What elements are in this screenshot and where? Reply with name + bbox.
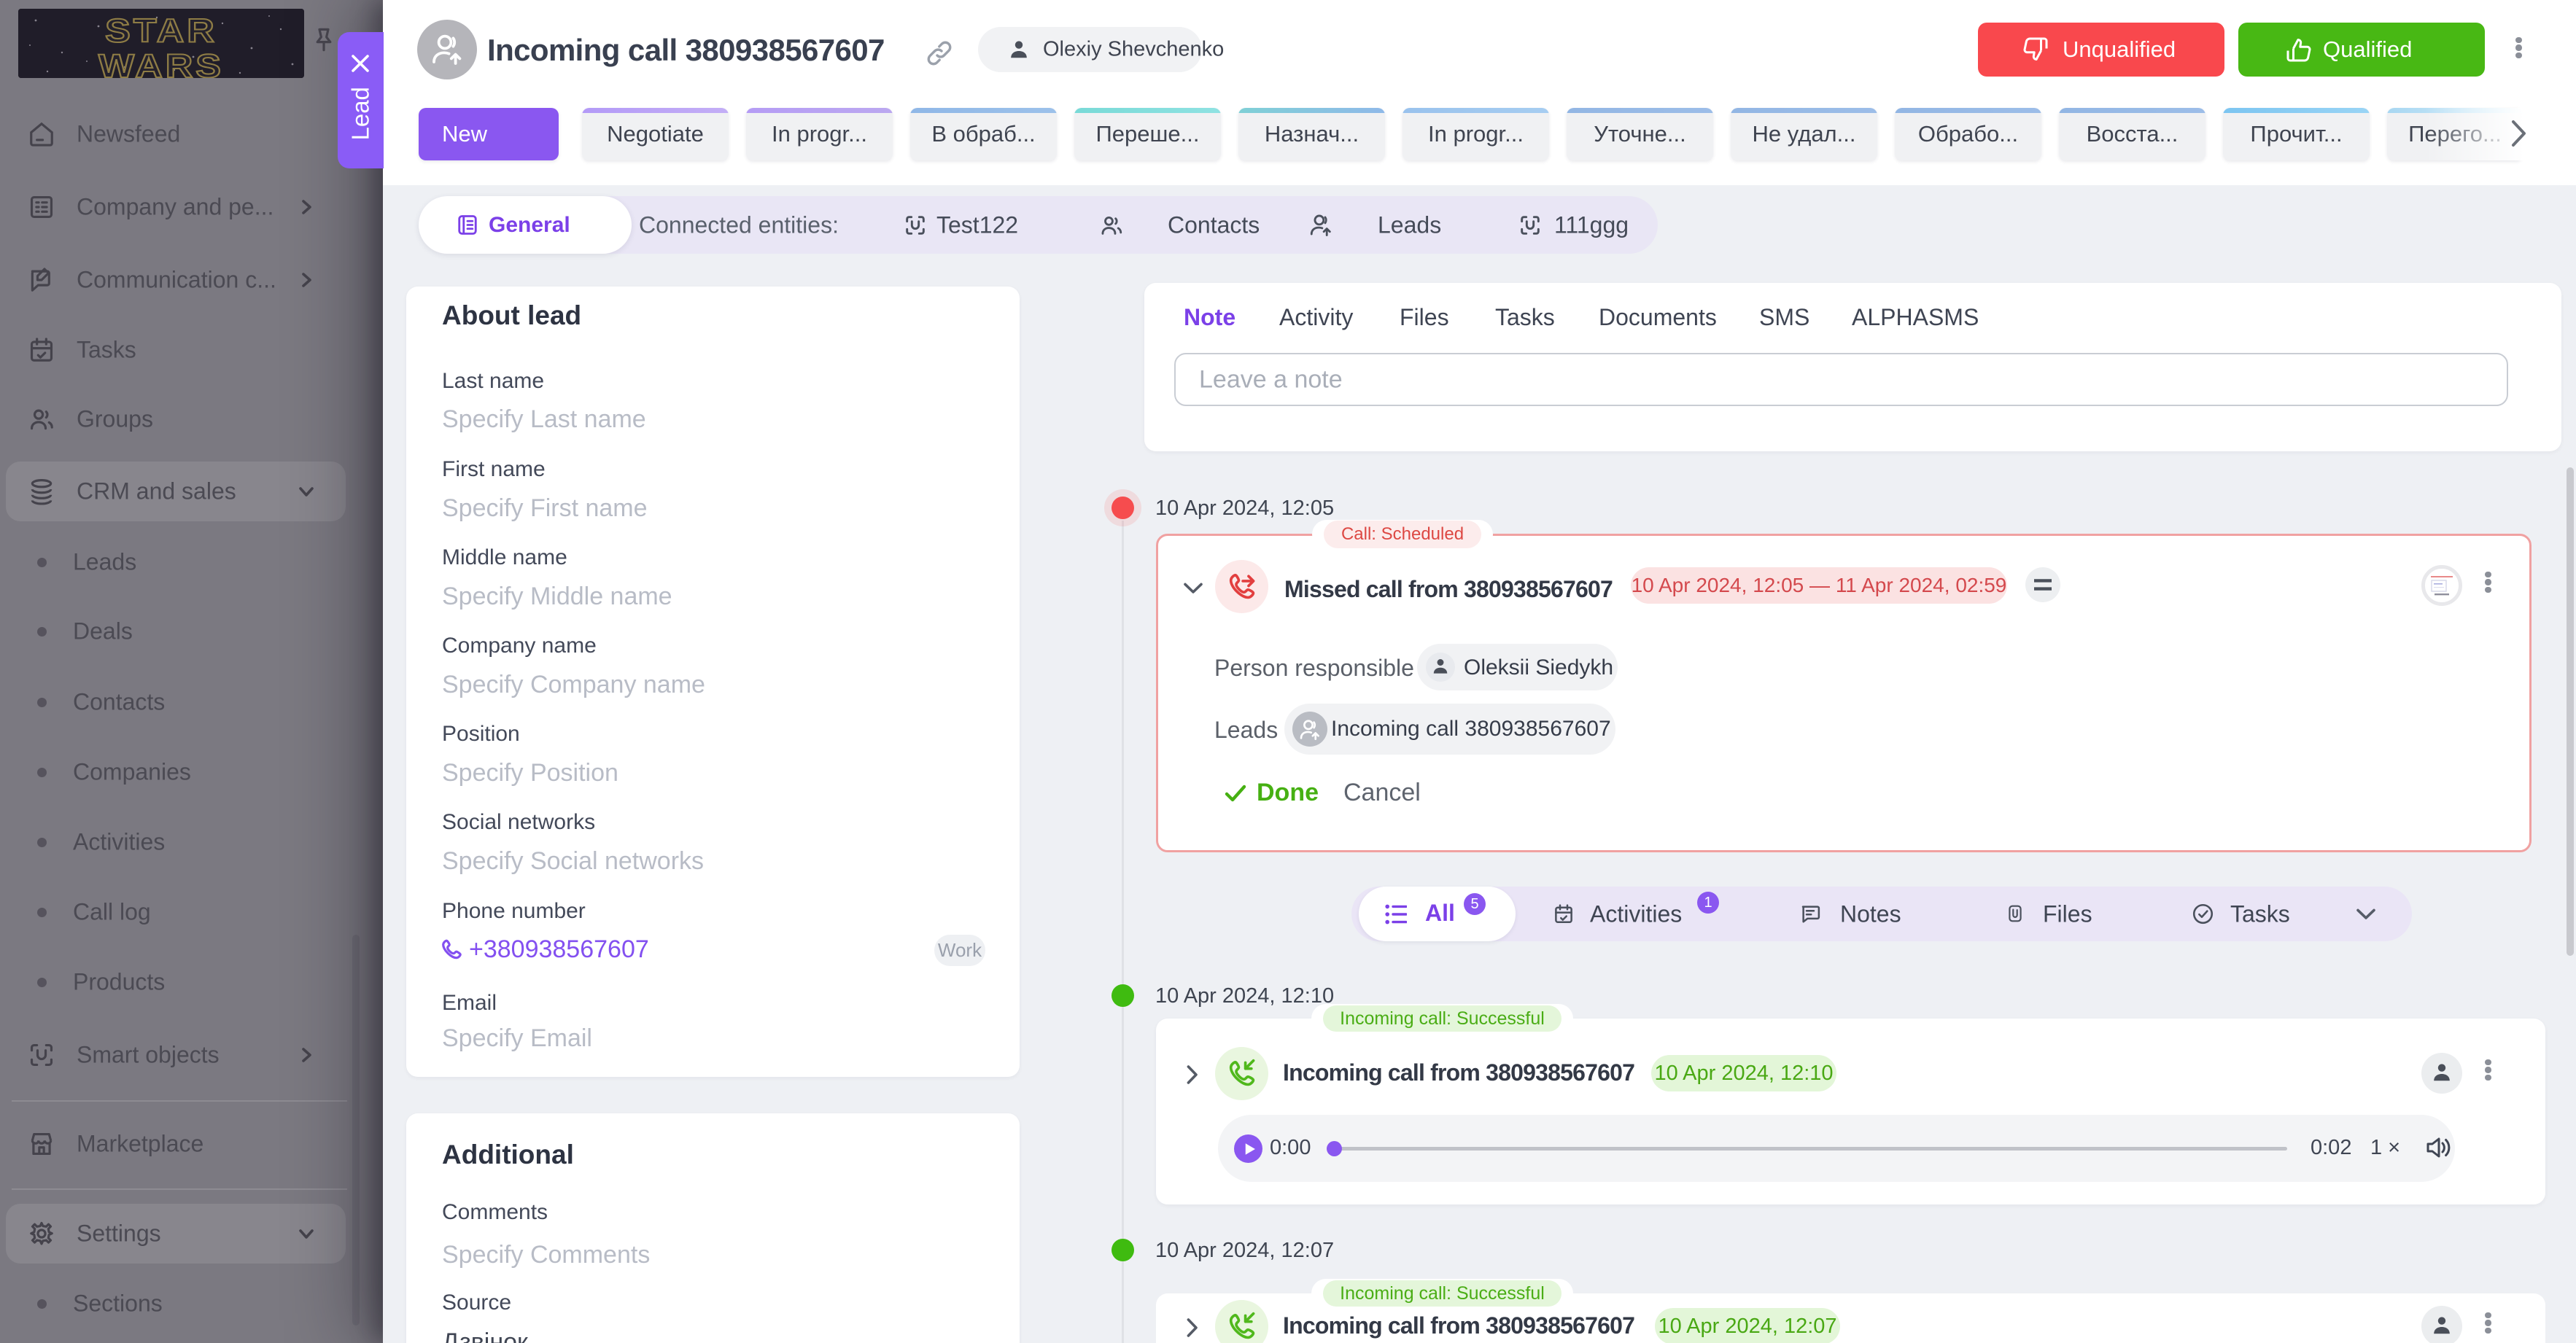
svg-text:WARS: WARS — [98, 48, 224, 78]
svg-text:STAR: STAR — [105, 13, 217, 50]
